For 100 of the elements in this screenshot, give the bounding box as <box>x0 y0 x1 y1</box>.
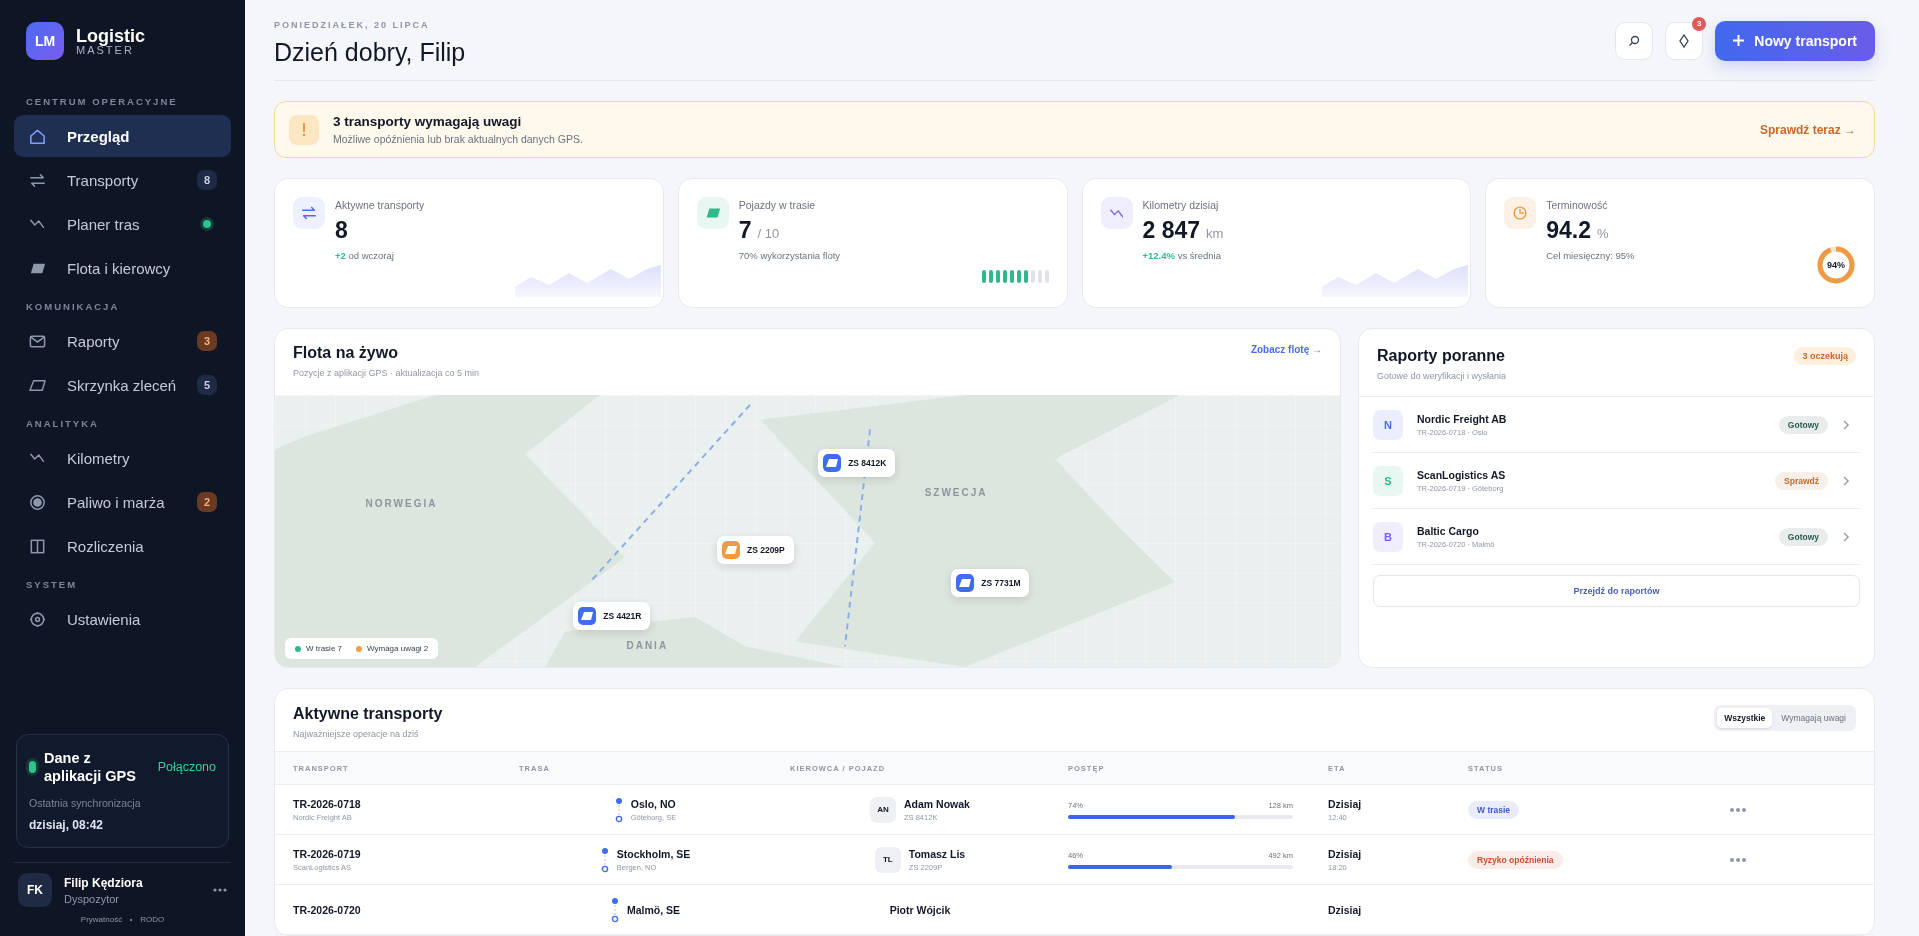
zigzag-icon <box>30 453 45 463</box>
eta-day: Dzisiaj <box>1328 797 1362 810</box>
card-subtitle: Najważniejsze operacje na dziś <box>293 729 420 739</box>
chevron-right-icon <box>1842 530 1850 543</box>
nav-item[interactable]: Skrzynka zleceń 5 <box>14 364 231 406</box>
search-icon <box>1628 34 1641 47</box>
donut-reading: 94% <box>1826 259 1846 272</box>
sync-title: Dane z aplikacji GPS <box>44 748 137 785</box>
status-pill: Ryzyko opóźnienia <box>1468 850 1563 869</box>
route-icon <box>614 796 623 823</box>
footer-link[interactable]: RODO <box>140 915 165 924</box>
vehicle-marker[interactable]: ZS 7731M <box>951 569 1030 598</box>
arrows-icon <box>300 204 318 222</box>
footer-link[interactable]: Prywatność <box>80 915 123 924</box>
driver-avatar: TL <box>874 846 901 873</box>
card-subtitle: Pozycje z aplikacji GPS · aktualizacja co 5 min <box>293 368 481 378</box>
chevron-right-icon <box>1842 418 1850 431</box>
count-badge: 8 <box>197 170 217 190</box>
logo-badge: LM <box>26 22 64 60</box>
kpi-value: 8 <box>335 217 348 244</box>
alert-title: 3 transporty wymagają uwagi <box>333 114 523 129</box>
search-button[interactable] <box>1615 21 1654 60</box>
kpi-note: 70% wykorzystania floty <box>738 250 841 261</box>
nav-item[interactable]: Paliwo i marża 2 <box>14 481 231 523</box>
transport-id: TR-2026-0720 <box>293 903 361 916</box>
pending-badge: 3 oczekują <box>1794 347 1856 365</box>
status-pill: Sprawdź <box>1775 471 1828 490</box>
check-now-link[interactable]: Sprawdź teraz → <box>1759 122 1856 137</box>
section-title: SYSTEM <box>25 578 79 592</box>
route-origin: Oslo, NO <box>630 797 676 810</box>
nav-item[interactable]: Transporty 8 <box>14 159 231 201</box>
user-avatar: FK <box>18 873 52 907</box>
company-name: Nordic Freight AB <box>1417 412 1508 425</box>
company-initial: N <box>1373 409 1403 440</box>
count-badge: 2 <box>197 492 217 512</box>
connection-status: Połączono <box>157 759 216 774</box>
sync-time: dzisiaj, 08:42 <box>29 818 104 832</box>
zigzag-icon <box>1109 208 1124 218</box>
card-title: Flota na żywo <box>293 344 398 362</box>
card-title: Raporty poranne <box>1377 347 1505 365</box>
company-initial: S <box>1373 465 1403 496</box>
eta-day: Dzisiaj <box>1328 847 1362 860</box>
company-name: Baltic Cargo <box>1417 524 1480 537</box>
section-title: ANALITYKA <box>25 417 100 431</box>
kpi-label: Kilometry dzisiaj <box>1142 199 1219 211</box>
greeting-title: Dzień dobry, Filip <box>274 38 467 67</box>
more-icon[interactable] <box>1730 857 1746 862</box>
legend-label: W trasie 7 <box>306 644 342 653</box>
kpi-label: Pojazdy w trasie <box>738 199 816 211</box>
sync-label: Ostatnia synchronizacja <box>29 797 141 809</box>
company-name: ScanLogistics AS <box>1417 468 1507 481</box>
notification-count: 3 <box>1692 16 1707 31</box>
kpi-unit: / 10 <box>757 226 780 241</box>
more-icon[interactable] <box>213 888 227 892</box>
count-badge: 5 <box>197 375 217 395</box>
kpi-note: +2 od wczoraj <box>335 250 394 261</box>
nav-item[interactable]: Raporty 3 <box>14 320 231 362</box>
zigzag-icon <box>30 219 45 229</box>
status-pill: Gotowy <box>1778 415 1828 434</box>
region-label: SZWECJA <box>924 487 988 499</box>
driver-name: Tomasz Lis <box>908 847 966 860</box>
transport-id: TR-2026-0719 <box>293 847 361 860</box>
vehicle-marker[interactable]: ZS 4421R <box>573 601 651 630</box>
view-fleet-link[interactable]: Zobacz flotę → <box>1250 344 1322 355</box>
nav-item[interactable]: Kilometry <box>14 437 231 479</box>
nav-item[interactable]: Flota i kierowcy <box>14 247 231 289</box>
status-pill: Gotowy <box>1778 527 1828 546</box>
route-icon <box>610 896 619 923</box>
kpi-value: 2 847 <box>1142 217 1201 244</box>
kpi-label: Aktywne transporty <box>335 199 425 211</box>
kpi-note: Cel miesięczny: 95% <box>1546 250 1635 261</box>
card-title: Aktywne transporty <box>293 705 443 723</box>
diamond-icon <box>1679 33 1690 48</box>
company-initial: B <box>1373 521 1403 552</box>
driver-avatar: AN <box>870 796 897 823</box>
go-to-reports-button[interactable]: Przejdź do raportów <box>1373 575 1860 607</box>
date-label: PONIEDZIAŁEK, 20 LIPCA <box>274 20 430 30</box>
kpi-unit: % <box>1597 226 1609 241</box>
filter-tab[interactable]: Wszystkie <box>1717 708 1773 728</box>
nav-item[interactable]: Ustawienia <box>14 598 231 640</box>
kpi-label: Terminowość <box>1546 199 1608 211</box>
nav-item[interactable]: Planer tras <box>14 203 231 245</box>
user-role: Dyspozytor <box>64 892 121 905</box>
user-name: Filip Kędziora <box>64 875 144 890</box>
nav-item[interactable]: Rozliczenia <box>14 525 231 567</box>
settings-icon <box>28 609 47 629</box>
kpi-value: 7 <box>738 217 752 244</box>
nav-item[interactable]: Przegląd <box>14 115 231 157</box>
filter-tab[interactable]: Wymagają uwagi <box>1774 708 1853 728</box>
more-icon[interactable] <box>1730 807 1746 812</box>
kpi-value: 94.2 <box>1546 217 1591 244</box>
target-icon <box>28 492 47 512</box>
new-transport-button[interactable]: Nowy transport <box>1715 20 1875 61</box>
chevron-right-icon <box>1842 474 1850 487</box>
route-origin: Malmö, SE <box>626 903 681 916</box>
vehicle-marker[interactable]: ZS 2209P <box>716 536 794 565</box>
kpi-note: +12.4% vs średnia <box>1142 250 1221 261</box>
alert-text: Możliwe opóźnienia lub brak aktualnych danych GPS. <box>333 133 584 145</box>
vehicle-marker[interactable]: ZS 8412K <box>818 449 896 478</box>
count-badge: 3 <box>197 331 217 351</box>
